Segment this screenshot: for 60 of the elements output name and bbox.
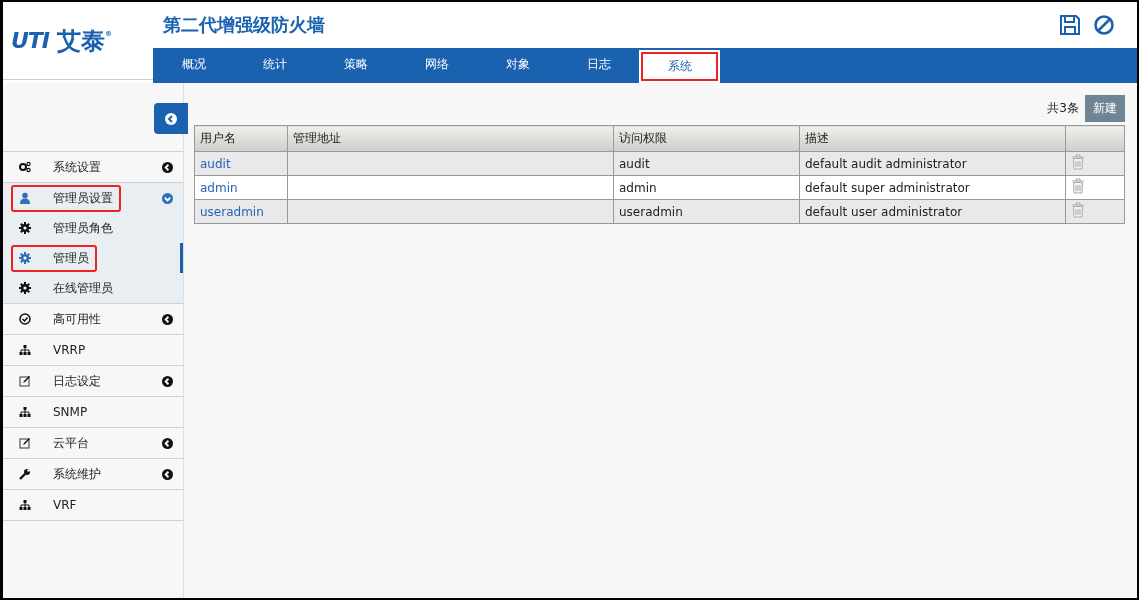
table-cell: admin <box>619 180 657 195</box>
sidebar-item[interactable]: VRRP <box>3 334 183 365</box>
sidebar-label: 日志设定 <box>53 372 101 390</box>
chevron-left-icon <box>165 112 177 125</box>
table-cell: default user administrator <box>805 204 963 219</box>
sidebar-subitem[interactable]: 在线管理员 <box>3 273 183 303</box>
sitemap-icon <box>19 406 31 418</box>
table-cell: useradmin <box>619 204 683 219</box>
sidebar-label: 高可用性 <box>53 310 101 328</box>
column-header: 管理地址 <box>287 125 614 152</box>
nav-tab[interactable]: 系统 <box>639 50 720 83</box>
sidebar-item[interactable]: 系统维护 <box>3 458 183 489</box>
nav-tab[interactable]: 网络 <box>396 48 477 83</box>
edit-icon <box>19 375 31 387</box>
sidebar-item[interactable]: VRF <box>3 489 183 521</box>
collapse-button[interactable] <box>154 103 188 134</box>
table-cell: default super administrator <box>805 180 970 195</box>
nav-tab[interactable]: 概况 <box>153 48 234 83</box>
save-icon[interactable] <box>1059 14 1081 36</box>
sidebar-label: VRF <box>53 498 77 512</box>
sidebar-item[interactable]: 管理员设置 <box>3 182 183 213</box>
table-cell: audit <box>619 156 650 171</box>
nav-tab[interactable]: 对象 <box>477 48 558 83</box>
sidebar-label: 管理员 <box>53 249 89 267</box>
sidebar-label: SNMP <box>53 405 88 419</box>
sitemap-icon <box>19 499 31 511</box>
gear-icon <box>19 282 31 294</box>
sidebar-item[interactable]: SNMP <box>3 396 183 427</box>
sidebar-label: 在线管理员 <box>53 279 113 297</box>
gears-icon <box>19 161 31 173</box>
column-header: 描述 <box>799 125 1066 152</box>
sidebar-label: 系统设置 <box>53 158 101 176</box>
user-icon <box>19 192 31 204</box>
record-count: 共3条 <box>1047 100 1079 117</box>
column-header: 访问权限 <box>613 125 800 152</box>
sidebar-subitem[interactable]: 管理员 <box>3 243 183 273</box>
column-header: 用户名 <box>194 125 288 152</box>
gear-icon <box>19 222 31 234</box>
edit-icon <box>19 437 31 449</box>
sidebar-label: VRRP <box>53 343 86 357</box>
wrench-icon <box>19 468 31 480</box>
sidebar-item[interactable]: 高可用性 <box>3 303 183 334</box>
sidebar-subitem[interactable]: 管理员角色 <box>3 213 183 243</box>
sidebar-label: 云平台 <box>53 434 89 452</box>
username-link[interactable]: audit <box>200 156 231 171</box>
sitemap-icon <box>19 344 31 356</box>
app-title: 第二代增强级防火墙 <box>163 13 325 37</box>
cancel-icon[interactable] <box>1093 14 1115 36</box>
sidebar-item[interactable]: 日志设定 <box>3 365 183 396</box>
sidebar-item[interactable]: 云平台 <box>3 427 183 458</box>
sidebar-label: 管理员设置 <box>53 189 113 207</box>
table-cell: default audit administrator <box>805 156 967 171</box>
new-button[interactable]: 新建 <box>1085 95 1125 122</box>
nav-tab[interactable]: 策略 <box>315 48 396 83</box>
check-circle-icon <box>19 313 31 325</box>
sidebar-label: 系统维护 <box>53 465 101 483</box>
gear-icon <box>19 252 31 264</box>
nav-tab[interactable]: 日志 <box>558 48 639 83</box>
nav-tab[interactable]: 统计 <box>234 48 315 83</box>
sidebar-label: 管理员角色 <box>53 219 113 237</box>
